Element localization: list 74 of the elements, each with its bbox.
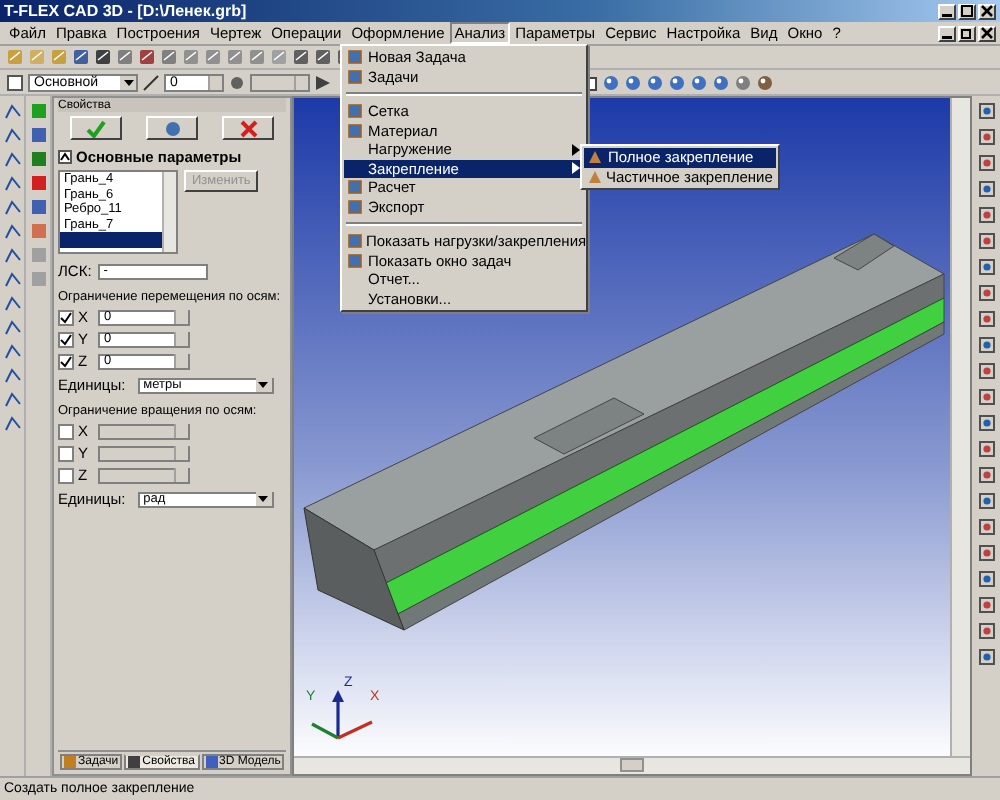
toolbar-icon[interactable] xyxy=(690,73,708,91)
toolbar-icon[interactable] xyxy=(142,73,160,91)
maximize-icon xyxy=(960,4,974,18)
value-field[interactable] xyxy=(98,423,190,439)
caret-icon xyxy=(258,382,269,388)
ok-button[interactable] xyxy=(70,116,122,140)
restore-button[interactable] xyxy=(958,25,976,41)
toolbar-icon[interactable] xyxy=(977,206,995,224)
checkbox[interactable] xyxy=(58,331,74,347)
maximize-button[interactable] xyxy=(958,3,976,19)
toolbar-icon[interactable] xyxy=(977,622,995,640)
tab-icon xyxy=(64,756,76,768)
toolbar-icon[interactable] xyxy=(72,48,90,66)
axis-triad-drawing xyxy=(311,690,373,740)
toolbar-icon[interactable] xyxy=(977,492,995,510)
toolbar-icon[interactable] xyxy=(977,648,995,666)
toolbar-icon[interactable] xyxy=(977,284,995,302)
toolbar-icon[interactable] xyxy=(646,73,664,91)
horizontal-scrollbar[interactable] xyxy=(294,756,970,774)
toolbar-icon[interactable] xyxy=(977,570,995,588)
toolbar-icon[interactable] xyxy=(977,180,995,198)
toolbar-icon[interactable] xyxy=(977,154,995,172)
checkbox[interactable] xyxy=(58,423,74,439)
toolbar-icon[interactable] xyxy=(712,73,730,91)
checkbox[interactable] xyxy=(58,353,74,369)
preview-button[interactable] xyxy=(146,116,198,140)
tab-icon xyxy=(128,756,141,768)
toolbar-icon[interactable] xyxy=(602,73,620,91)
toolbar-icon[interactable] xyxy=(977,258,995,276)
checkbox[interactable] xyxy=(58,309,74,325)
toolbar-icon[interactable] xyxy=(138,48,156,66)
close-icon xyxy=(980,4,994,18)
check-icon xyxy=(86,119,106,137)
circle-icon xyxy=(163,119,181,137)
toolbar-icon[interactable] xyxy=(314,48,332,66)
toolbar-icon[interactable] xyxy=(977,414,995,432)
restore-icon xyxy=(960,26,974,40)
close-button[interactable] xyxy=(978,25,996,41)
toolbar-icon[interactable] xyxy=(977,596,995,614)
checkbox[interactable] xyxy=(58,467,74,483)
toolbar-icon[interactable] xyxy=(977,466,995,484)
value-field[interactable] xyxy=(98,467,190,483)
minimize-button[interactable] xyxy=(938,25,956,41)
scrollbar[interactable] xyxy=(162,172,176,252)
toolbar-icon[interactable] xyxy=(668,73,686,91)
toolbar-icon[interactable] xyxy=(977,440,995,458)
toolbar-icon[interactable] xyxy=(977,310,995,328)
tab-icon xyxy=(205,756,218,768)
toolbar-icon[interactable] xyxy=(977,102,995,120)
close-icon xyxy=(239,119,257,137)
toolbar-icon[interactable] xyxy=(977,128,995,146)
toolbar-icon[interactable] xyxy=(94,48,112,66)
value-field[interactable] xyxy=(98,445,190,461)
caret-icon xyxy=(258,496,269,502)
caret-icon xyxy=(123,79,133,85)
toolbar-icon[interactable] xyxy=(314,73,332,91)
toolbar-icon[interactable] xyxy=(977,232,995,250)
toolbar-icon[interactable] xyxy=(977,336,995,354)
toolbar-icon[interactable] xyxy=(624,73,642,91)
toolbar-icon[interactable] xyxy=(977,518,995,536)
minimize-button[interactable] xyxy=(938,3,956,19)
spin-field[interactable] xyxy=(250,73,310,91)
toolbar-icon[interactable] xyxy=(756,73,774,91)
toolbar-icon[interactable] xyxy=(977,362,995,380)
window-title: T-FLEX CAD 3D - [D:\Ленек.grb] xyxy=(4,2,247,20)
close-button[interactable] xyxy=(978,3,996,19)
cancel-button[interactable] xyxy=(222,116,274,140)
toolbar-icon[interactable] xyxy=(228,73,246,91)
toolbar-icon[interactable] xyxy=(977,544,995,562)
checkbox[interactable] xyxy=(58,445,74,461)
collapse-icon[interactable] xyxy=(58,150,72,164)
toolbar-icon[interactable] xyxy=(292,48,310,66)
close-icon xyxy=(980,26,994,40)
toolbar-icon[interactable] xyxy=(977,388,995,406)
